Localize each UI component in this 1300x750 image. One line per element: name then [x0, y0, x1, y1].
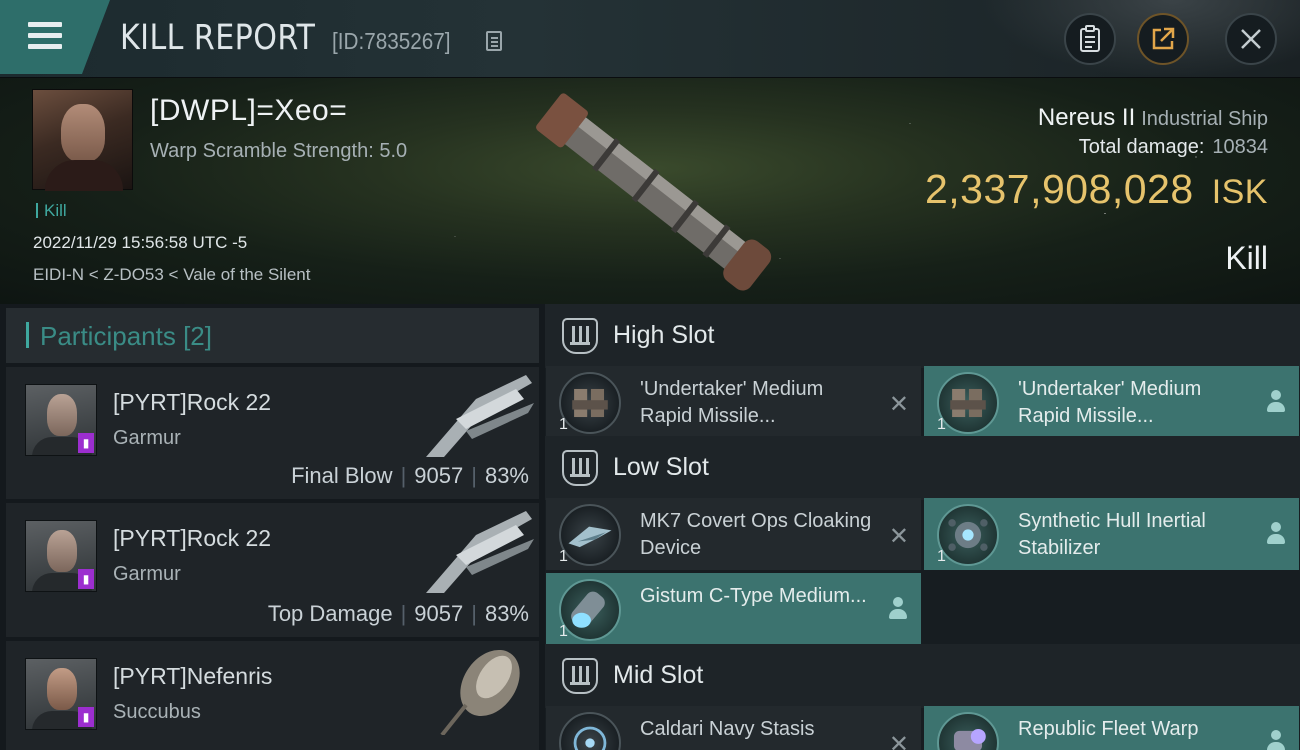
high-slot-icon	[562, 318, 598, 354]
dropped-person-icon	[1267, 390, 1285, 412]
participant-stats: Final Blow | 9057 | 83%	[291, 463, 529, 488]
participant-row[interactable]: ▮ [PYRT]Rock 22 Garmur Top Damage | 9057 | 8…	[6, 503, 539, 637]
shield-booster-icon	[559, 579, 621, 641]
participant-ship: Garmur	[113, 427, 181, 449]
garmur-ship-icon	[426, 511, 534, 593]
dropped-person-icon	[1267, 522, 1285, 544]
low-slot-icon	[562, 450, 598, 486]
menu-button[interactable]	[0, 0, 110, 74]
header-bar: KILL REPORT [ID:7835267]	[0, 0, 1300, 78]
participants-count: [2]	[183, 321, 212, 351]
dropped-person-icon	[1267, 730, 1285, 750]
rapid-missile-launcher-icon	[559, 372, 621, 434]
share-icon	[1152, 27, 1175, 50]
page-title: KILL REPORT	[120, 18, 316, 58]
avatar[interactable]: ▮	[25, 384, 97, 456]
victim-portrait[interactable]	[32, 89, 133, 191]
avatar[interactable]: ▮	[25, 520, 97, 592]
participant-row[interactable]: ▮ [PYRT]Rock 22 Garmur Final Blow | 9057 | 8…	[6, 367, 539, 499]
warp-disruptor-icon	[937, 712, 999, 750]
low-slot-header: Low Slot	[545, 436, 1300, 500]
warp-scramble-strength: Warp Scramble Strength: 5.0	[150, 140, 408, 162]
destroyed-icon: ✕	[888, 391, 909, 418]
stasis-webifier-icon	[559, 712, 621, 750]
module-item[interactable]: 1 'Undertaker' Medium Rapid Missile... ✕	[546, 366, 921, 438]
cloaking-device-icon	[559, 504, 621, 566]
module-name: Republic Fleet Warp	[1018, 718, 1199, 740]
module-item[interactable]: 1 MK7 Covert Ops Cloaking Device ✕	[546, 498, 921, 570]
mid-slot-icon	[562, 658, 598, 694]
succubus-ship-icon	[440, 649, 520, 735]
slot-title: Low Slot	[613, 453, 709, 481]
kill-tag: Kill	[36, 202, 67, 219]
share-button[interactable]	[1137, 13, 1189, 65]
module-name: 'Undertaker' Medium Rapid Missile...	[1018, 378, 1202, 427]
hamburger-icon	[28, 22, 62, 50]
ship-class: Industrial Ship	[1141, 108, 1268, 130]
total-damage: Total damage: 10834	[1078, 136, 1268, 158]
rapid-missile-launcher-icon	[937, 372, 999, 434]
kill-datetime: 2022/11/29 15:56:58 UTC -5	[33, 233, 248, 252]
result-label: Kill	[1225, 240, 1268, 276]
slot-title: High Slot	[613, 321, 715, 349]
participant-row[interactable]: ▮ [PYRT]Nefenris Succubus	[6, 641, 539, 750]
kill-report-screen: KILL REPORT [ID:7835267] [DWPL]=Xeo= War…	[0, 0, 1300, 750]
clipboard-button[interactable]	[1064, 13, 1116, 65]
participant-name: [PYRT]Rock 22	[113, 525, 272, 551]
kill-location[interactable]: EIDI-N < Z-DO53 < Vale of the Silent	[33, 265, 310, 285]
slot-title: Mid Slot	[613, 661, 704, 689]
corp-badge-icon: ▮	[78, 433, 94, 453]
destroyed-icon: ✕	[888, 523, 909, 550]
corp-badge-icon: ▮	[78, 707, 94, 727]
participants-header: Participants [2]	[6, 308, 539, 363]
clipboard-icon	[1080, 25, 1100, 52]
module-name: Caldari Navy Stasis	[640, 718, 815, 740]
victim-ship-image	[536, 93, 772, 291]
garmur-ship-icon	[426, 375, 534, 457]
participant-stats: Top Damage | 9057 | 83%	[267, 601, 529, 626]
participant-name: [PYRT]Rock 22	[113, 389, 272, 415]
destroyed-icon: ✕	[888, 731, 909, 750]
module-item[interactable]: 1 Synthetic Hull Inertial Stabilizer	[924, 498, 1299, 570]
module-name: Synthetic Hull Inertial Stabilizer	[1018, 510, 1206, 559]
copy-id-icon[interactable]	[486, 31, 502, 51]
high-slot-header: High Slot	[545, 304, 1300, 368]
report-id: [ID:7835267]	[332, 28, 451, 54]
module-name: Gistum C-Type Medium...	[640, 585, 867, 607]
corp-badge-icon: ▮	[78, 569, 94, 589]
victim-name[interactable]: [DWPL]=Xeo=	[150, 94, 347, 128]
module-item[interactable]: 1 Gistum C-Type Medium...	[546, 573, 921, 645]
mid-slot-header: Mid Slot	[545, 644, 1300, 708]
module-name: MK7 Covert Ops Cloaking Device	[640, 510, 872, 559]
participants-label: Participants	[40, 321, 176, 351]
inertial-stabilizer-icon	[937, 504, 999, 566]
close-icon	[1241, 29, 1261, 49]
module-name: 'Undertaker' Medium Rapid Missile...	[640, 378, 824, 427]
module-item[interactable]: Republic Fleet Warp	[924, 706, 1299, 750]
close-button[interactable]	[1225, 13, 1277, 65]
avatar[interactable]: ▮	[25, 658, 97, 730]
participant-ship: Garmur	[113, 563, 181, 585]
participant-name: [PYRT]Nefenris	[113, 663, 273, 689]
victim-ship[interactable]: Nereus II Industrial Ship	[1038, 104, 1268, 132]
participant-ship: Succubus	[113, 701, 201, 723]
module-item[interactable]: 1 'Undertaker' Medium Rapid Missile...	[924, 366, 1299, 438]
module-item[interactable]: Caldari Navy Stasis ✕	[546, 706, 921, 750]
isk-value: 2,337,908,028 ISK	[924, 166, 1268, 212]
dropped-person-icon	[889, 597, 907, 619]
